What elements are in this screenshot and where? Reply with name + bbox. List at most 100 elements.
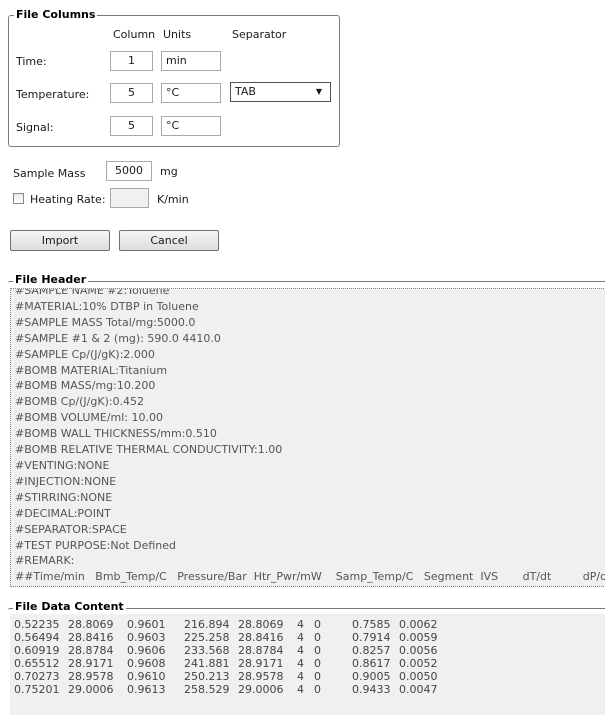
table-cell: 0 bbox=[314, 618, 321, 631]
signal-label: Signal: bbox=[16, 121, 54, 134]
header-line: #BOMB MASS/mg:10.200 bbox=[15, 379, 156, 393]
table-cell: 0 bbox=[314, 644, 321, 657]
file-header-lines: #SAMPLE NAME #2:Toluene #MATERIAL:10% DT… bbox=[11, 289, 605, 585]
table-cell: 0.7914 bbox=[352, 631, 391, 644]
header-line: #BOMB MATERIAL:Titanium bbox=[15, 363, 168, 377]
header-line: #STIRRING:NONE bbox=[15, 490, 113, 504]
table-cell: 0.70273 bbox=[14, 670, 60, 683]
table-cell: 225.258 bbox=[184, 631, 230, 644]
table-cell: 0.52235 bbox=[14, 618, 60, 631]
table-cell: 0.8617 bbox=[352, 657, 391, 670]
header-line: #VENTING:NONE bbox=[15, 458, 110, 472]
sample-mass-label: Sample Mass bbox=[13, 167, 86, 180]
file-data-textbox[interactable]: 0.52235 28.8069 0.9601 216.894 28.8069 4 0 0.75… bbox=[10, 614, 605, 715]
table-cell: 241.881 bbox=[184, 657, 230, 670]
table-cell: 233.568 bbox=[184, 644, 230, 657]
table-cell: 0.8257 bbox=[352, 644, 391, 657]
heating-rate-field[interactable] bbox=[110, 188, 149, 208]
sample-mass-field[interactable]: 5000 bbox=[106, 161, 152, 181]
table-cell: 0 bbox=[314, 683, 321, 696]
table-cell: 0 bbox=[314, 670, 321, 683]
separator-value: TAB bbox=[235, 85, 256, 98]
time-units-field[interactable]: min bbox=[161, 51, 221, 71]
table-row: 0.56494 28.8416 0.9603 225.258 28.8416 4 0 0.79… bbox=[14, 631, 439, 644]
file-header-group: File Header bbox=[8, 273, 605, 286]
heating-rate-unit: K/min bbox=[157, 193, 189, 206]
temperature-units-field[interactable]: °C bbox=[161, 83, 221, 103]
table-row: 0.60919 28.8784 0.9606 233.568 28.8784 4 0 0.82… bbox=[14, 644, 439, 657]
table-cell: 28.8416 bbox=[238, 631, 284, 644]
file-header-textbox[interactable]: #SAMPLE NAME #2:Toluene #MATERIAL:10% DT… bbox=[10, 288, 605, 587]
table-cell: 0.9610 bbox=[127, 670, 166, 683]
header-line: #BOMB WALL THICKNESS/mm:0.510 bbox=[15, 427, 217, 441]
file-data-group: File Data Content bbox=[8, 600, 605, 613]
temperature-column-field[interactable]: 5 bbox=[110, 83, 153, 103]
table-cell: 4 bbox=[297, 644, 304, 657]
table-cell: 0.9433 bbox=[352, 683, 391, 696]
heating-rate-label: Heating Rate: bbox=[30, 193, 106, 206]
table-cell: 4 bbox=[297, 683, 304, 696]
header-line: #TEST PURPOSE:Not Defined bbox=[15, 538, 176, 552]
table-cell: 0.75201 bbox=[14, 683, 60, 696]
table-cell: 28.8416 bbox=[68, 631, 114, 644]
file-header-title: File Header bbox=[13, 273, 89, 286]
header-line: #SAMPLE Cp/(J/gK):2.000 bbox=[15, 347, 155, 361]
header-line: #SAMPLE MASS Total/mg:5000.0 bbox=[15, 315, 196, 329]
header-line: #REMARK: bbox=[15, 554, 75, 568]
heating-rate-checkbox[interactable] bbox=[13, 193, 24, 204]
table-cell: 0.9005 bbox=[352, 670, 391, 683]
time-label: Time: bbox=[16, 55, 47, 68]
table-cell: 0.65512 bbox=[14, 657, 60, 670]
table-cell: 0.60919 bbox=[14, 644, 60, 657]
header-line: #SEPARATOR:SPACE bbox=[15, 522, 127, 536]
table-cell: 0.9608 bbox=[127, 657, 166, 670]
table-cell: 0.9613 bbox=[127, 683, 166, 696]
table-cell: 0.0052 bbox=[399, 657, 438, 670]
units-header: Units bbox=[163, 28, 192, 41]
table-cell: 0 bbox=[314, 631, 321, 644]
signal-units-field[interactable]: °C bbox=[161, 116, 221, 136]
chevron-down-icon: ▼ bbox=[315, 87, 322, 96]
table-cell: 0.7585 bbox=[352, 618, 391, 631]
table-cell: 28.9171 bbox=[238, 657, 284, 670]
table-cell: 0.9606 bbox=[127, 644, 166, 657]
table-cell: 28.8069 bbox=[238, 618, 284, 631]
table-cell: 28.8069 bbox=[68, 618, 114, 631]
table-row: 0.52235 28.8069 0.9601 216.894 28.8069 4 0 0.75… bbox=[14, 618, 439, 631]
cancel-button[interactable]: Cancel bbox=[119, 230, 219, 251]
header-line: ##Time/min Bmb_Temp/C Pressure/Bar Htr_P… bbox=[15, 570, 605, 584]
header-line: #BOMB VOLUME/ml: 10.00 bbox=[15, 411, 163, 425]
signal-column-field[interactable]: 5 bbox=[110, 116, 153, 136]
table-cell: 28.9578 bbox=[68, 670, 114, 683]
table-cell: 0.0050 bbox=[399, 670, 438, 683]
file-columns-title: File Columns bbox=[14, 8, 98, 21]
table-cell: 0.0059 bbox=[399, 631, 438, 644]
table-cell: 0.9601 bbox=[127, 618, 166, 631]
column-header: Column bbox=[113, 28, 156, 41]
sample-mass-unit: mg bbox=[160, 165, 178, 178]
table-cell: 28.9171 bbox=[68, 657, 114, 670]
file-data-table: 0.52235 28.8069 0.9601 216.894 28.8069 4 0 0.75… bbox=[14, 618, 439, 696]
table-cell: 29.0006 bbox=[68, 683, 114, 696]
table-cell: 216.894 bbox=[184, 618, 230, 631]
table-cell: 4 bbox=[297, 670, 304, 683]
import-button[interactable]: Import bbox=[10, 230, 110, 251]
header-line: #SAMPLE #1 & 2 (mg): 590.0 4410.0 bbox=[15, 331, 221, 345]
table-cell: 0.0062 bbox=[399, 618, 438, 631]
time-column-field[interactable]: 1 bbox=[110, 51, 153, 71]
file-data-title: File Data Content bbox=[13, 600, 126, 613]
header-line: #INJECTION:NONE bbox=[15, 474, 117, 488]
table-row: 0.70273 28.9578 0.9610 250.213 28.9578 4 0 0.90… bbox=[14, 670, 439, 683]
header-line: #BOMB RELATIVE THERMAL CONDUCTIVITY:1.00 bbox=[15, 443, 283, 457]
table-cell: 4 bbox=[297, 631, 304, 644]
table-cell: 258.529 bbox=[184, 683, 230, 696]
separator-dropdown[interactable]: TAB ▼ bbox=[230, 82, 331, 102]
temperature-label: Temperature: bbox=[16, 88, 90, 101]
table-row: 0.65512 28.9171 0.9608 241.881 28.9171 4 0 0.86… bbox=[14, 657, 439, 670]
table-cell: 4 bbox=[297, 618, 304, 631]
table-cell: 250.213 bbox=[184, 670, 230, 683]
separator-header: Separator bbox=[232, 28, 287, 41]
table-cell: 4 bbox=[297, 657, 304, 670]
table-row: 0.75201 29.0006 0.9613 258.529 29.0006 4 0 0.94… bbox=[14, 683, 439, 696]
table-cell: 29.0006 bbox=[238, 683, 284, 696]
